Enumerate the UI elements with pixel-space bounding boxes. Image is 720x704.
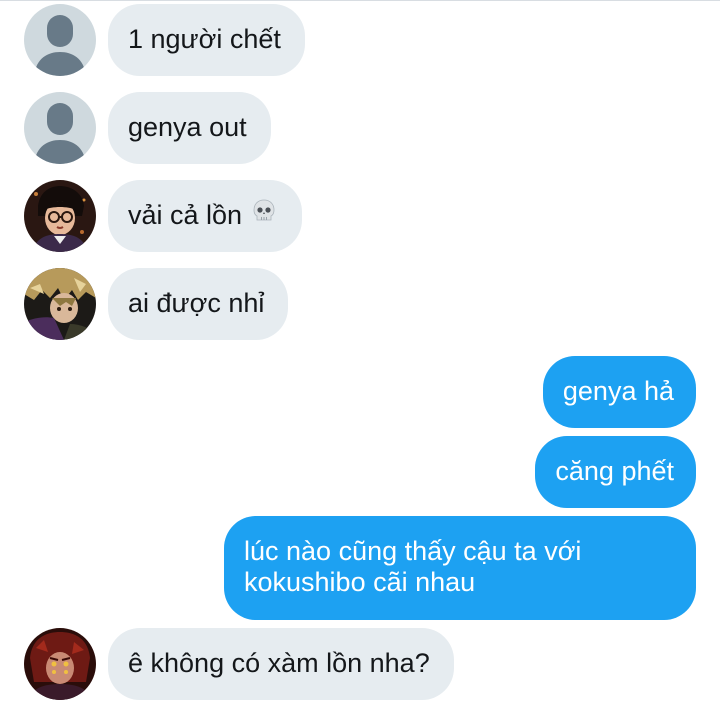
anime-avatar-glasses-icon [24,180,96,252]
sender-avatar[interactable] [24,92,96,164]
anime-avatar-red-icon [24,628,96,700]
sender-avatar[interactable] [24,4,96,76]
top-divider [0,0,720,1]
sender-avatar[interactable] [24,268,96,340]
sender-avatar[interactable] [24,628,96,700]
message-text: genya out [128,112,247,142]
message-bubble-outgoing[interactable]: lúc nào cũng thấy cậu ta với kokushibo c… [224,516,696,620]
message-text: 1 người chết [128,24,281,54]
message-bubble-incoming[interactable]: vải cả lồn [108,180,303,252]
sender-avatar[interactable] [24,180,96,252]
message-text: ê không có xàm lồn nha? [128,648,430,678]
message-text: lúc nào cũng thấy cậu ta với kokushibo c… [244,536,582,597]
message-bubble-incoming[interactable]: 1 người chết [108,4,305,76]
message-bubble-incoming[interactable]: ê không có xàm lồn nha? [108,628,454,700]
message-text: genya hả [562,376,674,406]
skull-emoji-icon [250,197,278,232]
message-text: vải cả lồn [128,200,243,230]
default-avatar-icon [24,4,96,76]
message-text: ai được nhỉ [128,288,265,318]
message-bubble-incoming[interactable]: genya out [108,92,271,164]
message-bubble-outgoing[interactable]: căng phết [535,436,696,508]
anime-avatar-blonde-icon [24,268,96,340]
default-avatar-icon [24,92,96,164]
message-text: căng phết [555,456,674,486]
message-bubble-incoming[interactable]: ai được nhỉ [108,268,289,340]
message-bubble-outgoing[interactable]: genya hả [542,356,696,428]
